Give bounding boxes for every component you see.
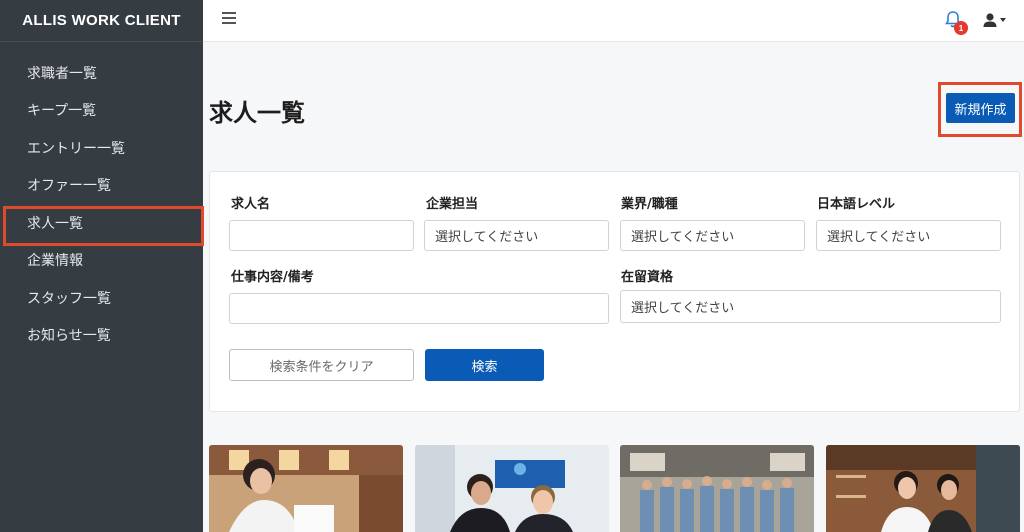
company-rep-select[interactable]: 選択してください [424, 220, 609, 251]
sidebar-item-staff[interactable]: スタッフ一覧 [0, 279, 203, 317]
new-job-button[interactable]: 新規作成 [946, 93, 1015, 123]
visa-status-label: 在留資格 [621, 270, 674, 285]
sidebar-item-offers[interactable]: オファー一覧 [0, 167, 203, 205]
search-button[interactable]: 検索 [425, 349, 544, 381]
sidebar-item-jobs[interactable]: 求人一覧 [0, 204, 204, 246]
page-title: 求人一覧 [209, 99, 305, 127]
menu-icon[interactable] [222, 12, 236, 24]
job-card-image[interactable] [620, 445, 814, 532]
topbar: 1 [203, 0, 1024, 42]
sidebar-item-job-seekers[interactable]: 求職者一覧 [0, 54, 203, 92]
sidebar-item-keep[interactable]: キープ一覧 [0, 92, 203, 130]
japanese-level-select[interactable]: 選択してください [816, 220, 1001, 251]
japanese-level-label: 日本語レベル [817, 197, 896, 212]
japanese-level-placeholder: 選択してください [827, 230, 931, 245]
brand-logo[interactable]: ALLIS WORK CLIENT [0, 0, 203, 42]
caret-down-icon [1000, 18, 1006, 22]
industry-label: 業界/職種 [621, 197, 678, 212]
sidebar-nav: 求職者一覧 キープ一覧 エントリー一覧 オファー一覧 求人一覧 企業情報 スタッ… [0, 54, 204, 355]
user-menu[interactable] [982, 10, 1008, 30]
company-rep-placeholder: 選択してください [435, 230, 539, 245]
job-card-image[interactable] [415, 445, 609, 532]
sidebar-item-notices[interactable]: お知らせ一覧 [0, 317, 203, 355]
clear-search-button[interactable]: 検索条件をクリア [229, 349, 414, 381]
visa-status-select[interactable]: 選択してください [620, 290, 1001, 323]
industry-select[interactable]: 選択してください [620, 220, 805, 251]
job-name-label: 求人名 [231, 197, 271, 212]
search-card: 求人名 企業担当 選択してください 業界/職種 選択してください 日本語レベル … [209, 171, 1020, 412]
notification-badge: 1 [954, 21, 968, 35]
job-card-image[interactable] [209, 445, 403, 532]
job-card-image[interactable] [826, 445, 1020, 532]
company-rep-label: 企業担当 [426, 197, 479, 212]
user-icon [983, 13, 997, 27]
sidebar-item-entries[interactable]: エントリー一覧 [0, 129, 203, 167]
sidebar: ALLIS WORK CLIENT 求職者一覧 キープ一覧 エントリー一覧 オフ… [0, 0, 204, 532]
job-content-label: 仕事内容/備考 [231, 270, 314, 285]
job-name-input[interactable] [229, 220, 414, 251]
sidebar-item-company-info[interactable]: 企業情報 [0, 242, 203, 280]
industry-placeholder: 選択してください [631, 230, 735, 245]
new-button-highlight: 新規作成 [938, 82, 1022, 137]
visa-status-placeholder: 選択してください [631, 301, 735, 316]
job-content-input[interactable] [229, 293, 609, 324]
